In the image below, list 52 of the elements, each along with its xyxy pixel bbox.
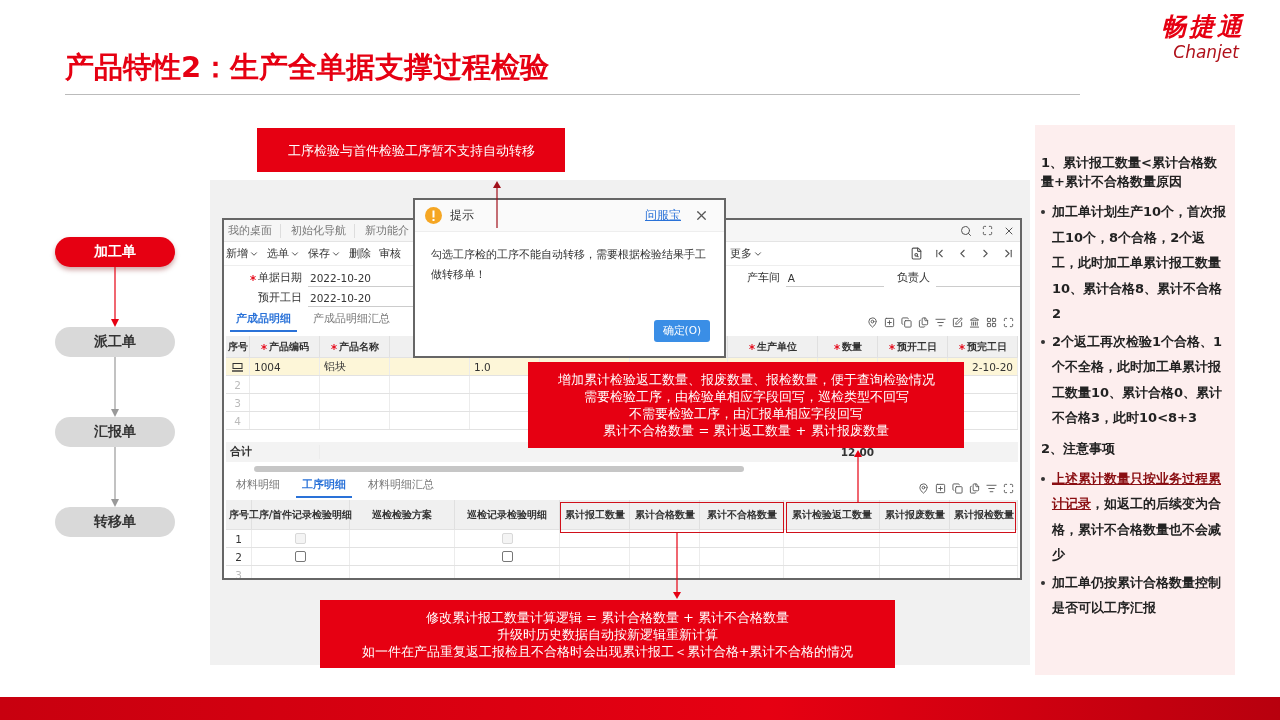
column-header: 累计报工数量 <box>560 500 630 529</box>
callout-text: 修改累计报工数量计算逻辑 = 累计合格数量 + 累计不合格数量 <box>425 608 790 626</box>
row-number: 4 <box>226 412 250 429</box>
note-text: 加工单计划生产10个，首次报工10个，8个合格，2个返工，此时加工单累计报工数量10、累计合格8、累计不合格2 <box>1052 203 1228 323</box>
column-header: 产品名称 <box>320 336 390 357</box>
logo-subtitle: Chanjet <box>1173 42 1239 62</box>
field-label: 单据日期 <box>244 271 308 285</box>
flow-step: 加工单 <box>55 237 175 267</box>
slide-title: 产品特性2：生产全单据支撑过程检验 <box>65 49 550 86</box>
callout-text: 增加累计检验返工数量、报废数量、报检数量，便于查询检验情况 <box>557 371 935 388</box>
dialog-title: 提示 <box>450 207 474 224</box>
total-label: 合计 <box>226 445 320 459</box>
column-header: 序号 <box>226 336 250 357</box>
column-header: 预完工日 <box>948 336 1018 357</box>
table-cell: 铝块 <box>320 358 390 375</box>
logo-name: 畅捷通 <box>1161 12 1245 42</box>
field-label: 负责人 <box>896 271 932 285</box>
total-value: 12.00 <box>839 446 875 458</box>
column-header: 累计不合格数量 <box>700 500 784 529</box>
row-number: 1 <box>226 530 252 547</box>
flow-step: 转移单 <box>55 507 175 537</box>
row-number: 2 <box>226 548 252 565</box>
flow-step: 派工单 <box>55 327 175 357</box>
column-header: 预开工日 <box>878 336 948 357</box>
callout-text: 工序检验与首件检验工序暂不支持自动转移 <box>287 141 535 159</box>
callout-text: 升级时历史数据自动按新逻辑重新计算 <box>497 625 718 643</box>
field-label: 预开工日 <box>257 291 303 305</box>
column-header: 巡检检验方案 <box>350 500 455 529</box>
table-cell: 1004 <box>250 358 320 375</box>
flow-step: 汇报单 <box>55 417 175 447</box>
column-header: 产品编码 <box>250 336 320 357</box>
callout-text: 如一件在产品重复返工报检且不合格时会出现累计报工＜累计合格+累计不合格的情况 <box>361 642 854 660</box>
callout-text: 不需要检验工序，由汇报单相应字段回写 <box>629 405 863 422</box>
column-header: 累计检验返工数量 <box>784 500 880 529</box>
callout-text: 累计不合格数量 = 累计返工数量 + 累计报废数量 <box>603 422 889 439</box>
column-header: 累计报检数量 <box>950 500 1018 529</box>
column-header: 累计报废数量 <box>880 500 950 529</box>
note-text: 加工单仍按累计合格数量控制是否可以工序汇报 <box>1052 573 1222 617</box>
note-heading: 1、累计报工数量<累计合格数量+累计不合格数量原因 <box>1041 154 1218 191</box>
column-header: 累计合格数量 <box>630 500 700 529</box>
note-text: 2个返工再次检验1个合格、1个不全格，此时加工单累计报工数量10、累计合格0、累计不合格3，此时10<8+3 <box>1052 332 1224 427</box>
note-heading: 2、注意事项 <box>1041 439 1117 458</box>
column-header: 数量 <box>818 336 878 357</box>
row-number: 3 <box>226 566 252 578</box>
dialog-message: 勾选工序检的工序不能自动转移，需要根据检验结果手工做转移单！ <box>431 247 707 282</box>
column-header: 巡检记录检验明细 <box>455 500 560 529</box>
row-number: 3 <box>226 394 250 411</box>
note-text: 上述累计数量只按业务过程累计记录，如返工的后续变为合格，累计不合格数量也不会减少 <box>1052 469 1222 564</box>
column-header: 生产单位 <box>728 336 818 357</box>
row-number: 2 <box>226 376 250 393</box>
callout-text: 需要检验工序，由检验单相应字段回写，巡检类型不回写 <box>583 388 909 405</box>
field-label: 产车间 <box>745 271 781 285</box>
